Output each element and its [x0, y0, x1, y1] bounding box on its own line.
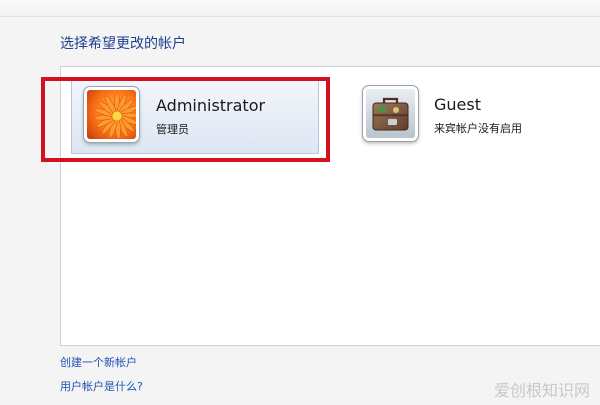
account-name: Administrator — [156, 96, 266, 115]
account-tile-administrator[interactable]: Administrator 管理员 — [71, 80, 319, 154]
watermark: 爱创根知识网 — [493, 381, 590, 400]
accounts-panel: Administrator 管理员 Guest 来宾帐户没有启用 — [60, 66, 600, 346]
account-status: 来宾帐户没有启用 — [434, 122, 522, 135]
orange-flower-avatar-icon — [84, 87, 139, 142]
account-tile-guest[interactable]: Guest 来宾帐户没有启用 — [361, 80, 600, 154]
account-type: 管理员 — [156, 123, 189, 136]
what-is-account-link[interactable]: 用户帐户是什么? — [60, 378, 143, 394]
suitcase-avatar-icon — [363, 86, 418, 141]
account-name: Guest — [434, 95, 481, 114]
create-account-link[interactable]: 创建一个新帐户 — [60, 354, 137, 370]
top-strip — [0, 0, 600, 17]
page-title: 选择希望更改的帐户 — [60, 36, 186, 52]
